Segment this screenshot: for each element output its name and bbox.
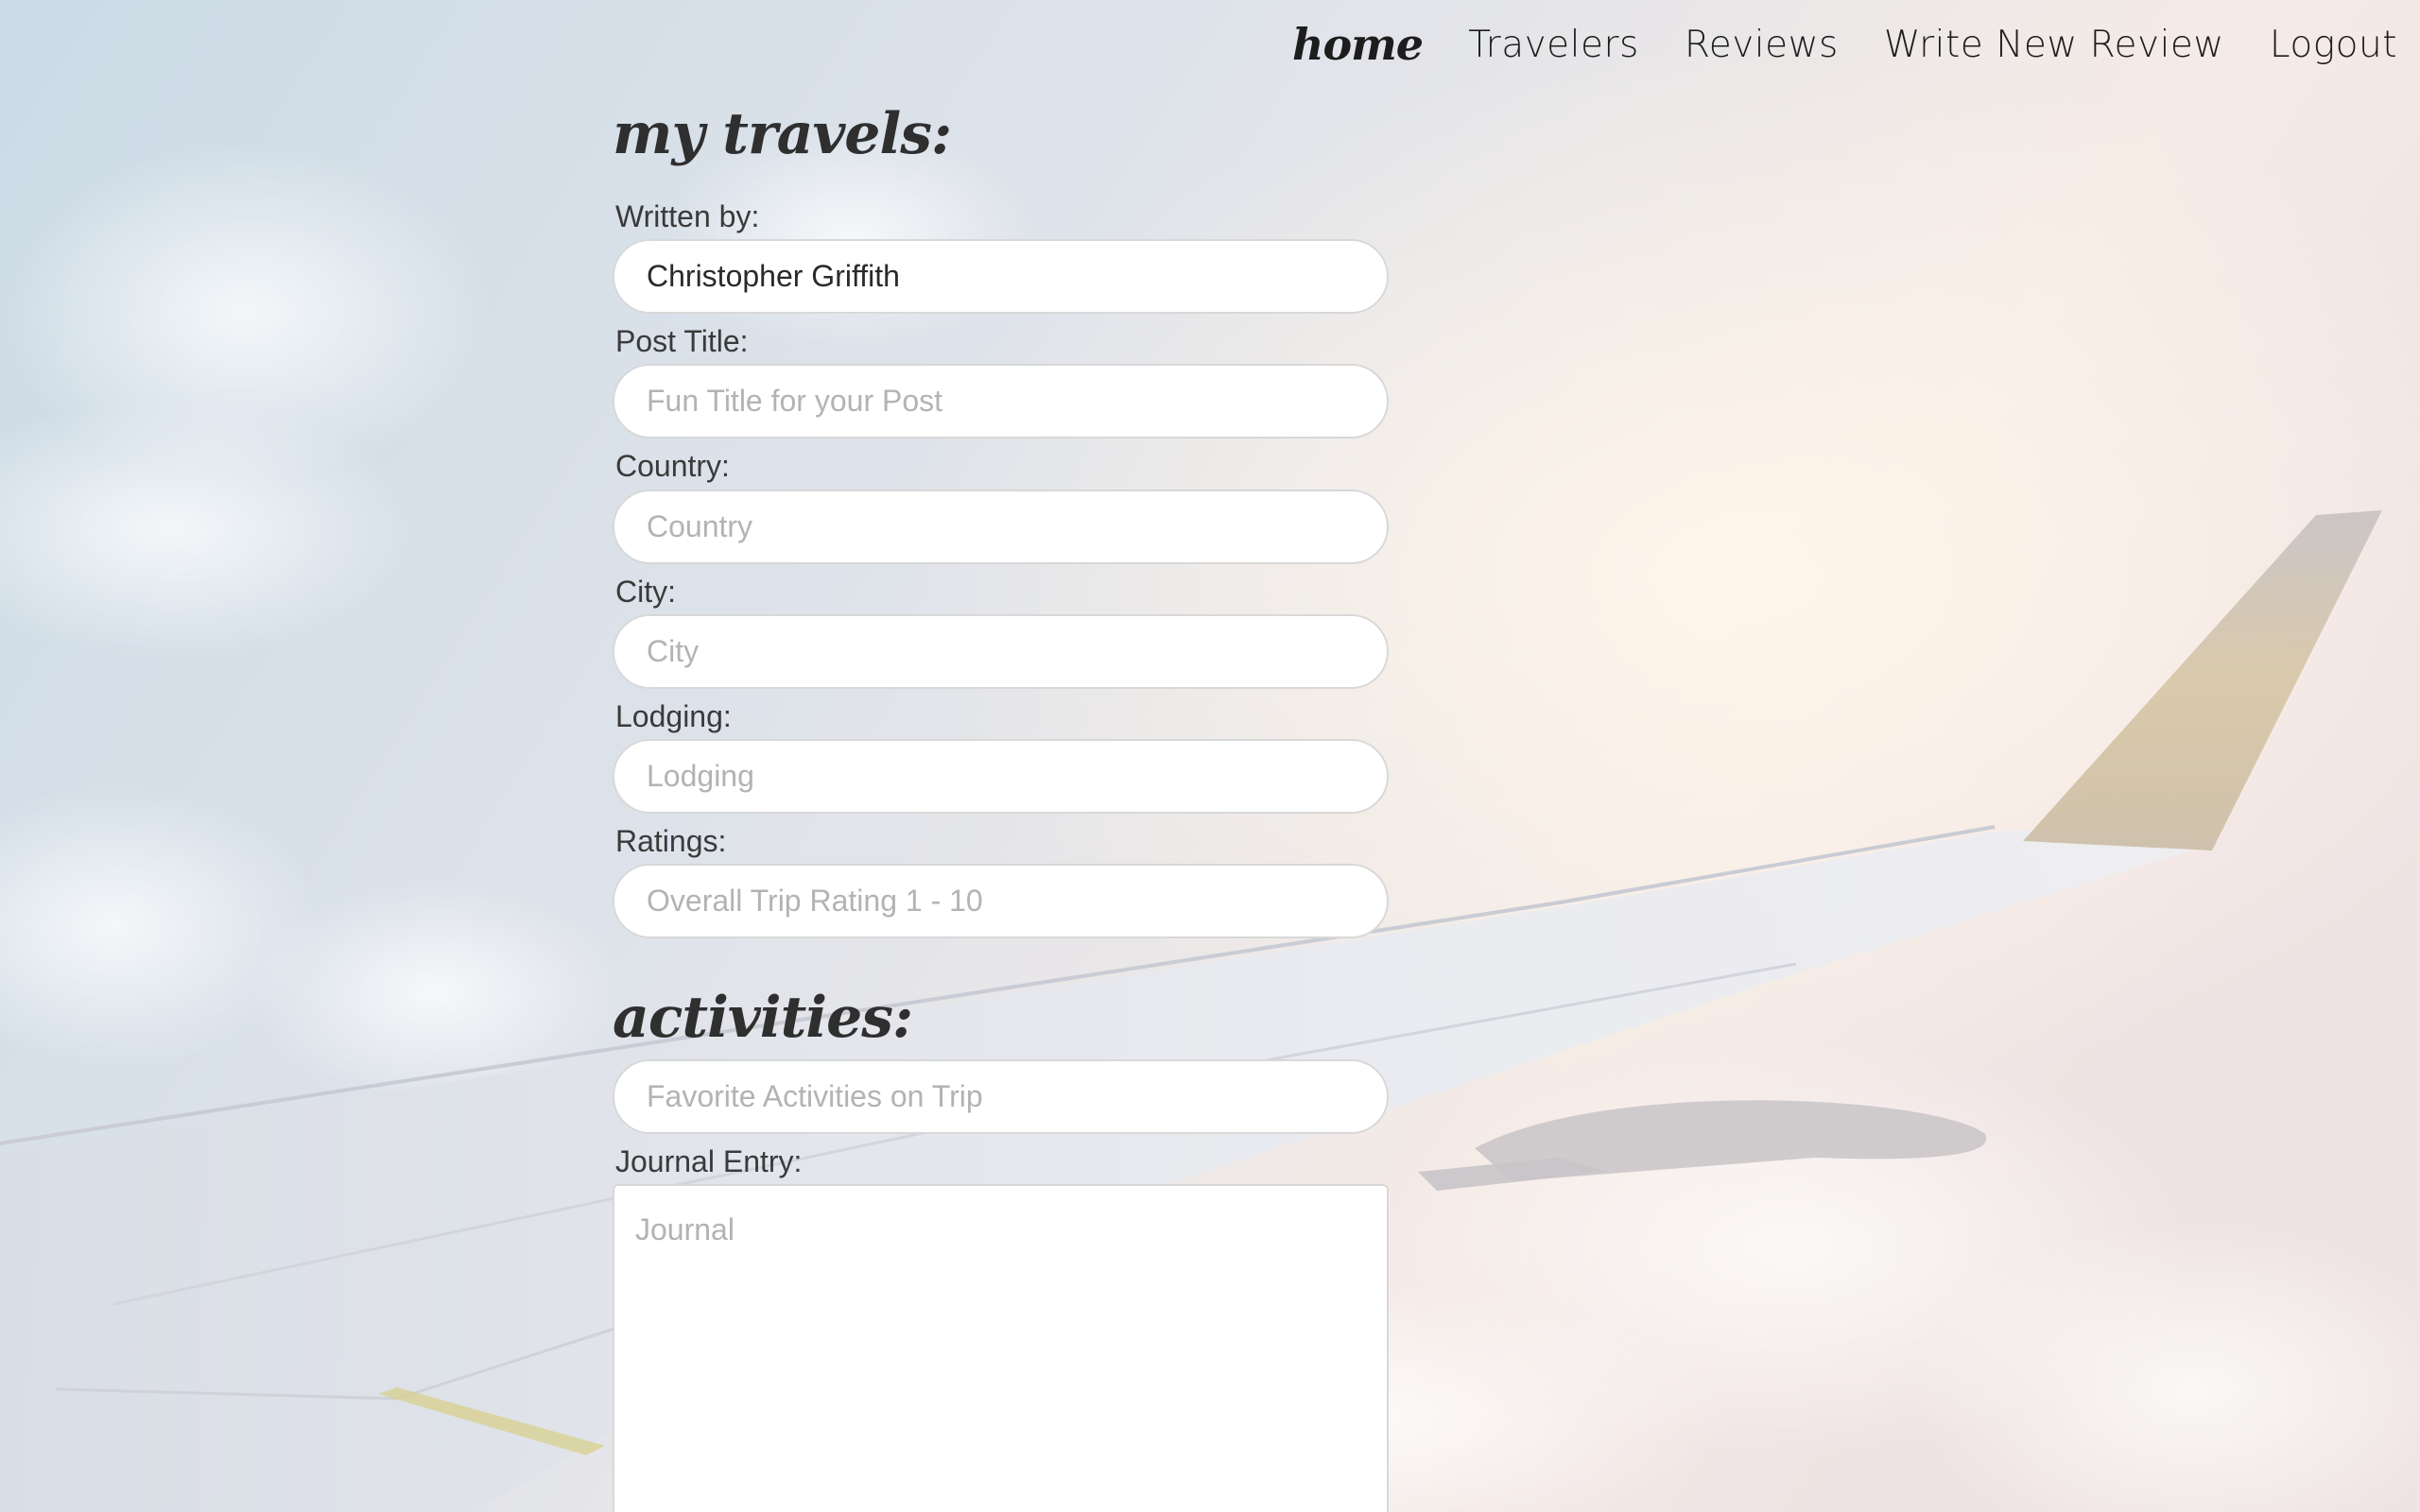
nav-travelers-link[interactable]: Travelers [1468, 24, 1639, 66]
review-form: my travels: Written by: Post Title: Coun… [613, 94, 1392, 1512]
post-title-input[interactable] [613, 364, 1389, 439]
top-nav: home Travelers Reviews Write New Review … [1292, 19, 2397, 70]
page-title: my travels: [613, 101, 952, 167]
nav-write-review-link[interactable]: Write New Review [1884, 24, 2224, 66]
post-title-label: Post Title: [615, 324, 749, 359]
nav-home-link[interactable]: home [1292, 19, 1424, 70]
nav-logout-link[interactable]: Logout [2270, 24, 2397, 66]
city-input[interactable] [613, 613, 1389, 689]
activities-heading: activities: [613, 985, 913, 1052]
city-label: City: [615, 574, 676, 609]
lodging-label: Lodging: [615, 698, 732, 733]
written-by-field[interactable] [613, 239, 1389, 315]
country-input[interactable] [613, 489, 1389, 564]
country-label: Country: [615, 449, 730, 484]
lodging-input[interactable] [613, 738, 1389, 814]
nav-reviews-link[interactable]: Reviews [1685, 24, 1839, 66]
written-by-label: Written by: [615, 199, 760, 233]
journal-textarea[interactable] [613, 1184, 1389, 1512]
ratings-label: Ratings: [615, 823, 727, 858]
ratings-input[interactable] [613, 864, 1389, 939]
journal-entry-label: Journal Entry: [615, 1144, 803, 1179]
activities-input[interactable] [613, 1059, 1389, 1135]
